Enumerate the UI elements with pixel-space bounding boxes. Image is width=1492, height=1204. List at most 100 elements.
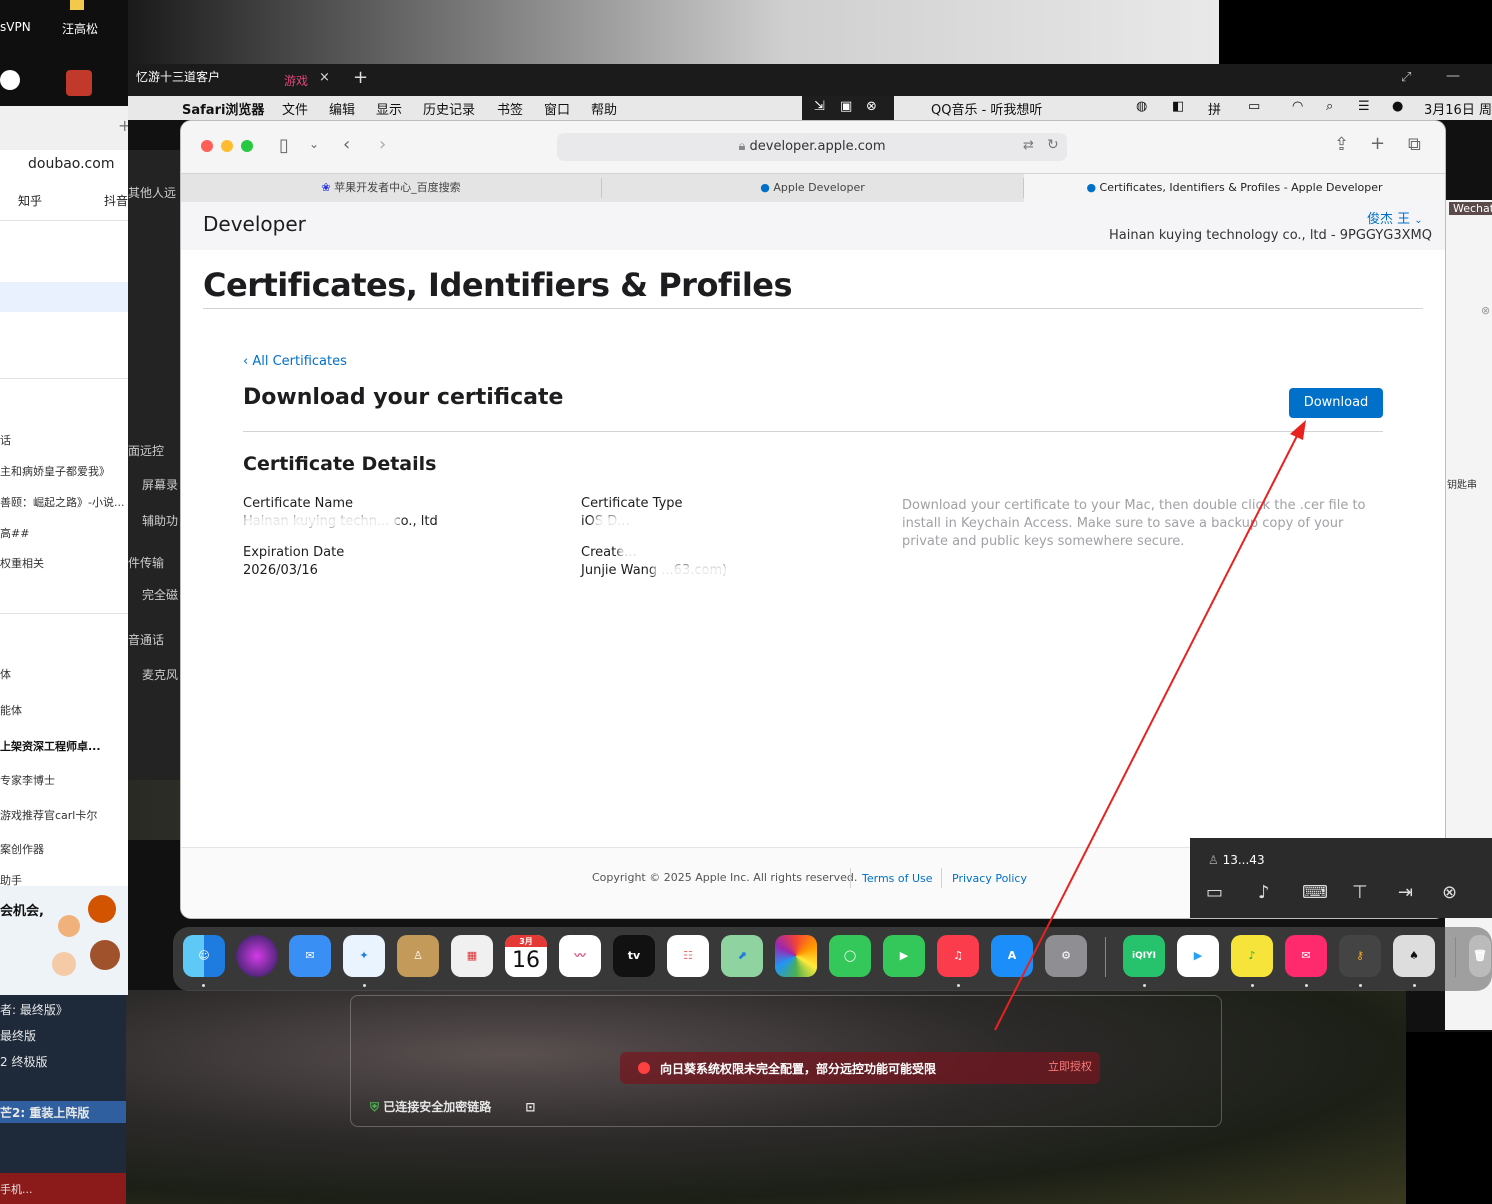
list-item[interactable]: 游戏推荐官carl卡尔 bbox=[0, 807, 97, 823]
close-circle-icon[interactable]: ⊗ bbox=[866, 99, 877, 114]
close-window-button[interactable] bbox=[201, 140, 213, 152]
calendar-icon[interactable]: 3月 16 bbox=[505, 935, 547, 977]
app-store-icon[interactable]: A bbox=[991, 935, 1033, 977]
close-icon[interactable]: ⊗ bbox=[1481, 304, 1490, 317]
desktop-icon-folder[interactable]: 汪高松 bbox=[62, 20, 98, 37]
remote-item[interactable]: 音通话 bbox=[128, 631, 164, 648]
siri-icon[interactable] bbox=[236, 935, 278, 977]
status-icon[interactable]: ◧ bbox=[1172, 99, 1184, 114]
remote-item[interactable]: 面远控 bbox=[128, 442, 164, 459]
keyboard-icon[interactable]: ⌨ bbox=[1302, 882, 1328, 903]
text-icon[interactable]: ⊤ bbox=[1352, 882, 1368, 903]
now-playing-text[interactable]: QQ音乐 - 听我想听 bbox=[931, 99, 1042, 118]
share-icon[interactable]: ⇪ bbox=[1334, 134, 1349, 155]
status-icon[interactable]: ◍ bbox=[1136, 99, 1147, 114]
list-item[interactable]: 2 终极版 bbox=[0, 1053, 47, 1070]
list-item[interactable]: 善颐：崛起之路》-小说... bbox=[0, 494, 124, 510]
remote-item[interactable]: 麦克风 bbox=[142, 666, 178, 683]
menu-window[interactable]: 窗口 bbox=[544, 99, 570, 118]
authorize-now-link[interactable]: 立即授权 bbox=[1048, 1058, 1092, 1074]
battery-icon[interactable]: ▭ bbox=[1248, 99, 1260, 114]
tuxedo-icon[interactable]: ♠ bbox=[1393, 935, 1435, 977]
safari-icon[interactable]: ✦ bbox=[343, 935, 385, 977]
download-button[interactable]: Download bbox=[1289, 388, 1383, 418]
bookmark-douyin[interactable]: 抖音 bbox=[104, 192, 128, 209]
list-item[interactable]: 者: 最终版》 bbox=[0, 1001, 68, 1018]
finder-icon[interactable]: ☺ bbox=[183, 935, 225, 977]
mail-app-icon[interactable]: ✉ bbox=[1285, 935, 1327, 977]
control-center-icon[interactable]: ☰ bbox=[1358, 99, 1370, 114]
tab-overview-icon[interactable]: ⧉ bbox=[1408, 134, 1421, 155]
wifi-icon[interactable]: ◠ bbox=[1292, 99, 1303, 114]
pointer-icon[interactable]: ⇲ bbox=[814, 99, 825, 114]
bookmark-zhihu[interactable]: 知乎 bbox=[18, 192, 42, 209]
chevron-down-icon[interactable]: ⌄ bbox=[309, 137, 319, 151]
back-icon[interactable]: ‹ bbox=[343, 134, 350, 155]
developer-logo[interactable]: Developer bbox=[203, 212, 306, 236]
reload-icon[interactable]: ↻ bbox=[1047, 137, 1059, 153]
tab-apple-developer[interactable]: ● Apple Developer bbox=[602, 174, 1023, 202]
chat-icon[interactable]: ▭ bbox=[1206, 882, 1223, 903]
transfer-icon[interactable]: ⇥ bbox=[1398, 882, 1413, 903]
client-tab-game[interactable]: 游戏 bbox=[284, 72, 308, 89]
translate-icon[interactable]: ⇄ bbox=[1023, 138, 1034, 153]
new-tab-icon[interactable]: + bbox=[118, 116, 128, 135]
app-shortcut-icon[interactable] bbox=[0, 70, 20, 90]
address-doubao[interactable]: doubao.com bbox=[28, 156, 114, 172]
list-item[interactable]: 最终版 bbox=[0, 1027, 36, 1044]
list-item[interactable]: 高## bbox=[0, 525, 29, 541]
facetime-icon[interactable]: ▶ bbox=[883, 935, 925, 977]
contacts-icon[interactable]: ♙ bbox=[397, 935, 439, 977]
list-item[interactable]: 权重相关 bbox=[0, 555, 44, 571]
menu-history[interactable]: 历史记录 bbox=[423, 99, 475, 118]
terms-of-use-link[interactable]: Terms of Use bbox=[862, 872, 933, 885]
mail-icon[interactable]: ✉ bbox=[289, 935, 331, 977]
qq-music-icon[interactable]: ♪ bbox=[1231, 935, 1273, 977]
search-icon[interactable]: ⌕ bbox=[1326, 99, 1333, 114]
all-certificates-link[interactable]: ‹ All Certificates bbox=[243, 354, 347, 369]
list-item[interactable]: 话 bbox=[0, 432, 11, 448]
music-icon[interactable]: ♫ bbox=[937, 935, 979, 977]
list-item[interactable]: 体 bbox=[0, 666, 11, 682]
list-item-selected[interactable]: 芒2: 重装上阵版 bbox=[0, 1104, 89, 1121]
tab-certificates[interactable]: ● Certificates, Identifiers & Profiles -… bbox=[1024, 174, 1445, 202]
menubar-date[interactable]: 3月16日 周 bbox=[1424, 99, 1492, 118]
siri-icon[interactable]: ● bbox=[1392, 99, 1403, 114]
remote-item[interactable]: 件传输 bbox=[128, 554, 164, 571]
apple-tv-icon[interactable]: tv bbox=[613, 935, 655, 977]
add-tab-icon[interactable]: + bbox=[353, 67, 368, 88]
zoom-window-button[interactable] bbox=[241, 140, 253, 152]
minimize-window-button[interactable] bbox=[221, 140, 233, 152]
privacy-policy-link[interactable]: Privacy Policy bbox=[952, 872, 1027, 885]
desktop-icon-vpn[interactable]: sVPN bbox=[0, 20, 31, 34]
menu-help[interactable]: 帮助 bbox=[591, 99, 617, 118]
list-item[interactable]: 上架资深工程师卓... bbox=[0, 738, 101, 754]
remote-item[interactable]: 屏幕录 bbox=[142, 476, 178, 493]
freeform-icon[interactable]: 〰 bbox=[559, 935, 601, 977]
photos-icon[interactable] bbox=[775, 935, 817, 977]
messages-icon[interactable]: ◯ bbox=[829, 935, 871, 977]
menu-edit[interactable]: 编辑 bbox=[329, 99, 355, 118]
screen-icon[interactable]: ▣ bbox=[840, 99, 852, 114]
list-item[interactable]: 专家李博士 bbox=[0, 772, 55, 788]
address-bar[interactable]: 🔒︎ developer.apple.com ⇄ ↻ bbox=[557, 133, 1067, 161]
maps-icon[interactable]: ⬈ bbox=[721, 935, 763, 977]
forward-icon[interactable]: › bbox=[379, 134, 386, 155]
trash-icon[interactable]: 🗑︎ bbox=[1469, 935, 1491, 977]
menu-file[interactable]: 文件 bbox=[282, 99, 308, 118]
input-method-icon[interactable]: 拼 bbox=[1208, 99, 1221, 118]
menu-bookmarks[interactable]: 书签 bbox=[497, 99, 523, 118]
video-player-icon[interactable]: ▶ bbox=[1177, 935, 1219, 977]
sidebar-icon[interactable]: ▯ bbox=[279, 135, 289, 156]
launchpad-icon[interactable]: ▦ bbox=[451, 935, 493, 977]
menu-view[interactable]: 显示 bbox=[376, 99, 402, 118]
account-menu[interactable]: 俊杰 王 ⌄ bbox=[1367, 208, 1423, 227]
minimize-icon[interactable]: — bbox=[1446, 68, 1460, 84]
list-item[interactable]: 案创作器 bbox=[0, 841, 44, 857]
app-icon[interactable] bbox=[66, 70, 92, 96]
close-icon[interactable]: × bbox=[319, 70, 330, 85]
remote-item[interactable]: 辅助功 bbox=[142, 512, 178, 529]
system-settings-icon[interactable]: ⚙ bbox=[1045, 935, 1087, 977]
new-tab-icon[interactable]: + bbox=[1370, 133, 1385, 154]
tab-baidu-search[interactable]: ❀ 苹果开发者中心_百度搜索 bbox=[181, 174, 601, 202]
